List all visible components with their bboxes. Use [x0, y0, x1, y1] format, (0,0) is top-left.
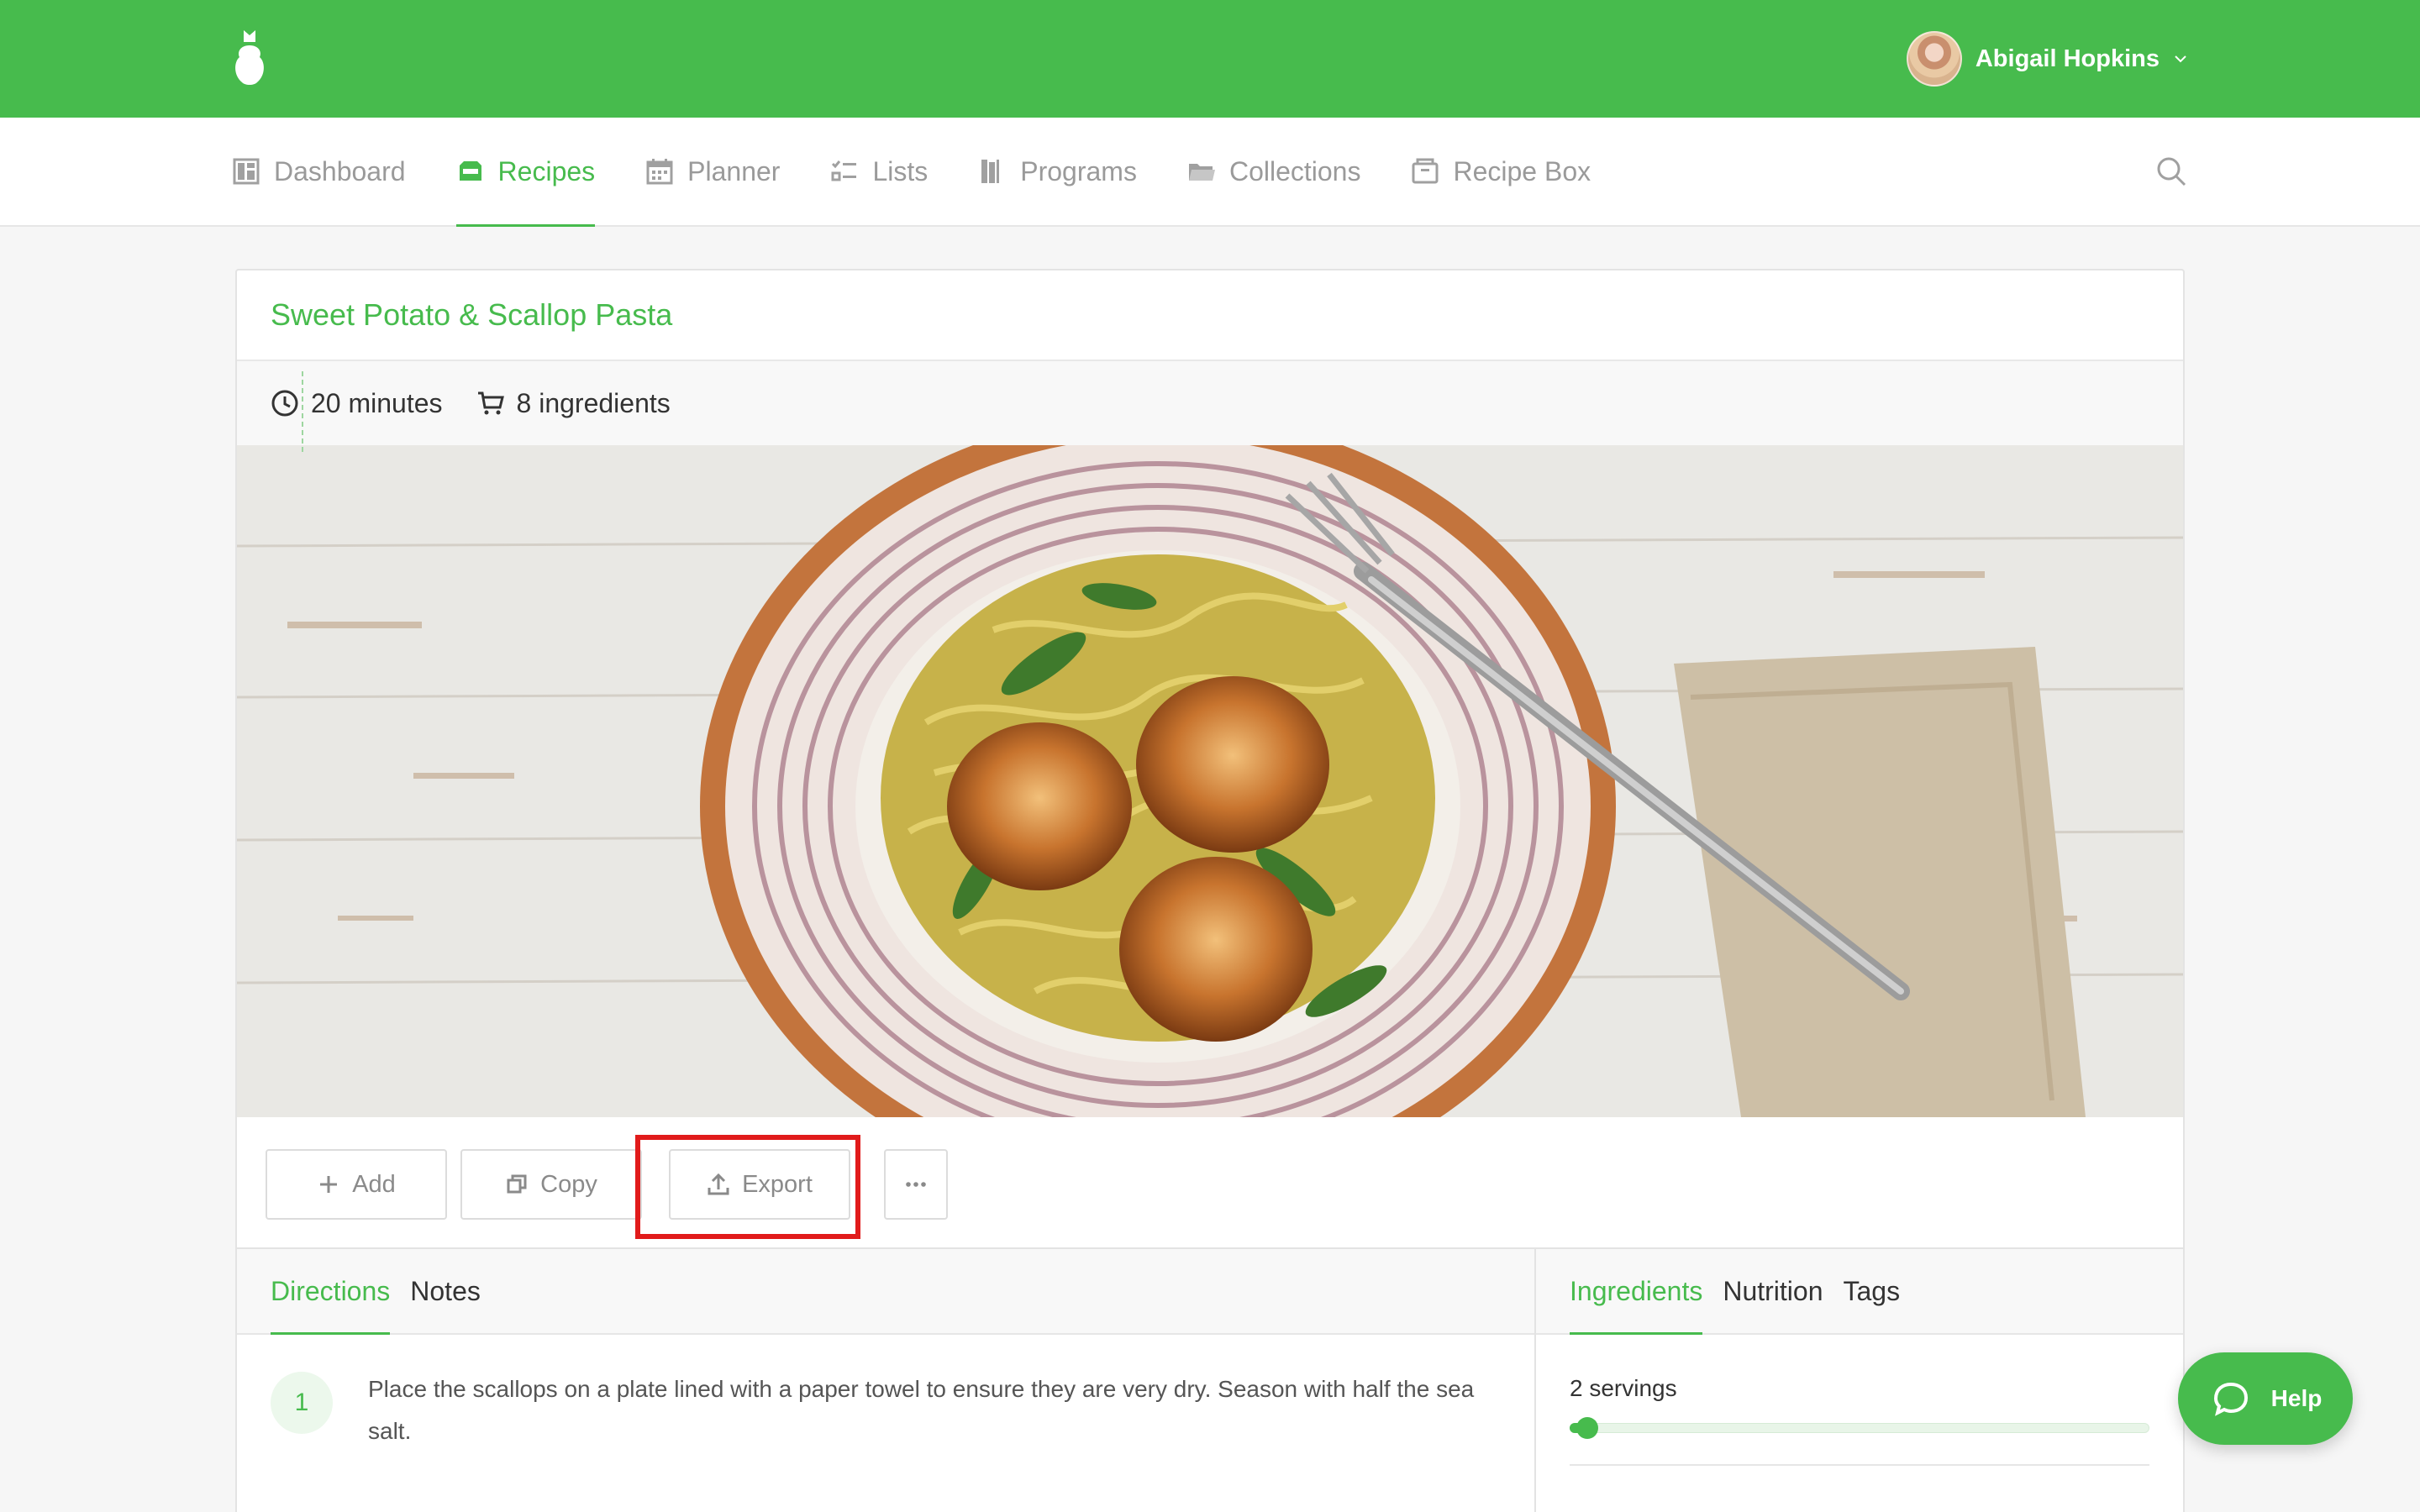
recipe-box-icon: [1412, 158, 1439, 184]
nav-label: Recipes: [497, 155, 596, 186]
help-label: Help: [2270, 1385, 2323, 1411]
more-icon: [906, 1182, 926, 1187]
servings-label: 2 servings: [1570, 1375, 1677, 1401]
user-menu[interactable]: Abigail Hopkins: [1906, 30, 2188, 87]
nav-item-recipes[interactable]: Recipes: [455, 118, 596, 227]
nav-label: Recipe Box: [1453, 155, 1591, 186]
nav-label: Lists: [872, 155, 929, 186]
export-button[interactable]: Export: [669, 1149, 850, 1220]
top-bar: Abigail Hopkins: [0, 0, 2420, 118]
upload-icon: [708, 1173, 729, 1195]
user-name[interactable]: Abigail Hopkins: [1975, 45, 2160, 73]
copy-icon: [507, 1174, 527, 1194]
nav-label: Planner: [687, 155, 781, 186]
chevron-down-icon[interactable]: [2173, 51, 2188, 66]
right-tabs: Ingredients Nutrition Tags: [1536, 1249, 2183, 1335]
add-button[interactable]: Add: [266, 1149, 447, 1220]
nav-item-collections[interactable]: Collections: [1187, 118, 1361, 225]
avatar[interactable]: [1906, 31, 1962, 87]
tab-nutrition[interactable]: Nutrition: [1723, 1249, 1823, 1333]
direction-step: 1 Place the scallops on a plate lined wi…: [237, 1335, 1534, 1452]
app-logo-icon[interactable]: [232, 29, 267, 89]
time-meta: 20 minutes: [271, 388, 443, 419]
nav-item-planner[interactable]: Planner: [645, 118, 780, 225]
ingredients-count: 8 ingredients: [516, 387, 671, 418]
add-label: Add: [352, 1170, 396, 1198]
clock-icon: [271, 390, 298, 417]
tab-notes[interactable]: Notes: [410, 1249, 481, 1333]
directions-panel: Directions Notes 1 Place the scallops on…: [237, 371, 1536, 1512]
main-nav: Dashboard Recipes Planner Lists Programs…: [0, 118, 2420, 227]
step-number: 1: [271, 1372, 333, 1434]
nav-item-dashboard[interactable]: Dashboard: [232, 118, 406, 225]
search-icon[interactable]: [2154, 155, 2188, 188]
left-tabs: Directions Notes: [237, 1249, 1534, 1335]
nav-label: Programs: [1020, 155, 1137, 186]
tab-ingredients[interactable]: Ingredients: [1570, 1249, 1703, 1335]
nav-label: Collections: [1228, 155, 1361, 186]
recipe-meta: 20 minutes 8 ingredients: [237, 361, 2183, 445]
recipes-icon: [459, 161, 481, 181]
details-section: Directions Notes 1 Place the scallops on…: [237, 371, 2183, 1512]
chat-bubble-icon: [2213, 1382, 2248, 1416]
calendar-icon: [646, 159, 673, 185]
tab-tags[interactable]: Tags: [1843, 1249, 1900, 1333]
programs-icon: [981, 160, 1000, 183]
folder-icon: [1188, 164, 1215, 181]
time-label: 20 minutes: [311, 387, 443, 418]
dashboard-icon: [233, 158, 260, 185]
checklist-icon: [831, 160, 857, 181]
export-label: Export: [742, 1170, 813, 1198]
recipe-title: Sweet Potato & Scallop Pasta: [237, 270, 2183, 361]
ingredients-panel: Ingredients Nutrition Tags 2 servings: [1536, 1249, 2183, 1512]
copy-button[interactable]: Copy: [460, 1149, 642, 1220]
servings-control: 2 servings: [1536, 1335, 2183, 1466]
divider: [1570, 1464, 2149, 1466]
nav-item-programs[interactable]: Programs: [978, 118, 1137, 225]
help-button[interactable]: Help: [2178, 1352, 2353, 1445]
nav-item-recipe-box[interactable]: Recipe Box: [1411, 118, 1591, 225]
step-text: Place the scallops on a plate lined with…: [368, 1376, 1475, 1444]
action-bar: Add Copy Export: [237, 1121, 2183, 1247]
recipe-photo: [237, 412, 2183, 1201]
copy-label: Copy: [540, 1170, 597, 1198]
slider-thumb[interactable]: [1576, 1417, 1598, 1439]
nav-label: Dashboard: [274, 155, 406, 186]
tab-directions[interactable]: Directions: [271, 1249, 391, 1335]
nav-item-lists[interactable]: Lists: [830, 118, 928, 225]
cart-icon: [477, 391, 504, 415]
step-connector: [302, 371, 303, 452]
recipe-card: Sweet Potato & Scallop Pasta 20 minutes …: [235, 269, 2185, 1512]
ingredients-meta: 8 ingredients: [476, 388, 671, 419]
slider-track: [1570, 1423, 2149, 1433]
more-button[interactable]: [884, 1149, 948, 1220]
plus-icon: [320, 1176, 338, 1193]
servings-slider[interactable]: [1570, 1417, 2149, 1439]
